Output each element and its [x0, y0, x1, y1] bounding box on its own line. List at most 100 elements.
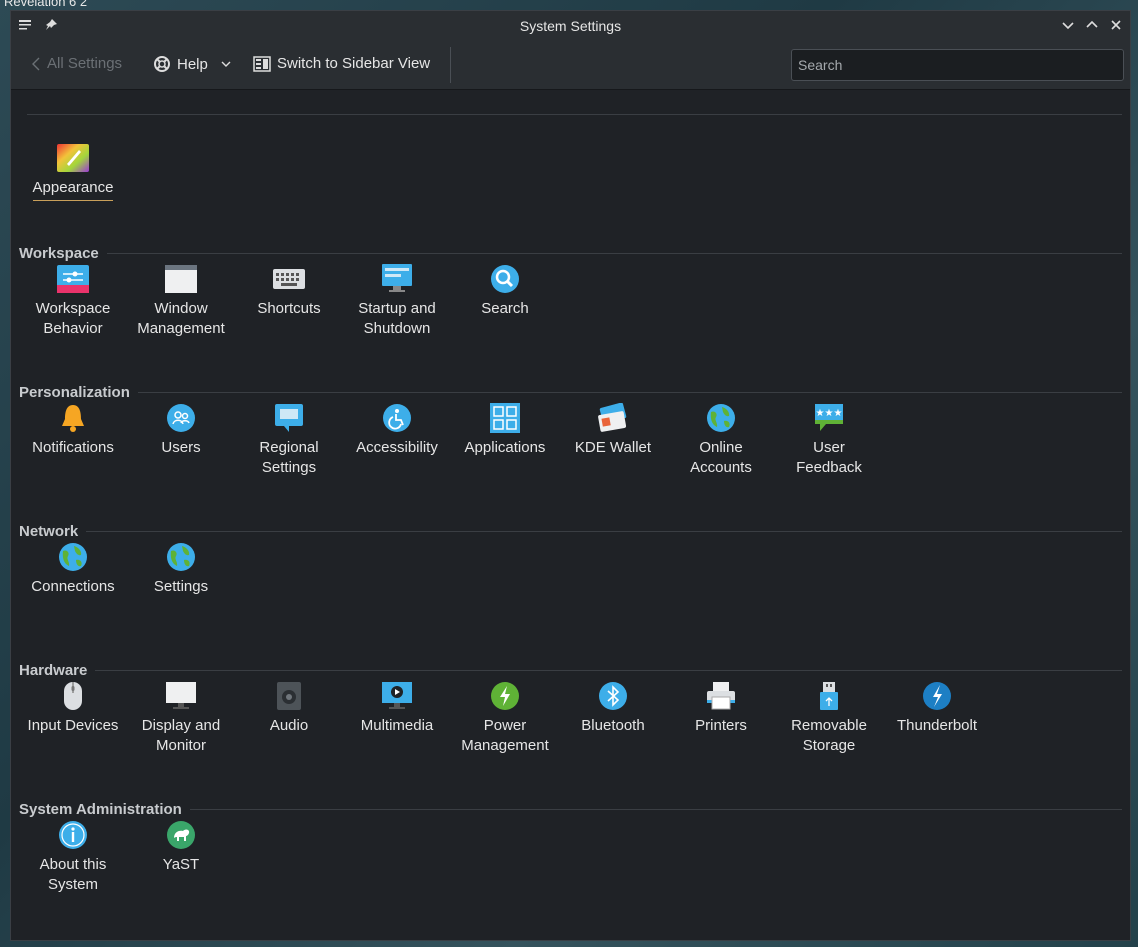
section-title: System Administration — [19, 800, 182, 818]
power-icon — [489, 680, 521, 712]
maximize-icon[interactable] — [1084, 17, 1100, 33]
item-label: Input Devices — [27, 717, 119, 734]
close-icon[interactable] — [1108, 17, 1124, 33]
monitor-icon — [165, 680, 197, 712]
item-label: Notifications — [32, 439, 114, 456]
sidebar-view-icon — [253, 55, 271, 72]
section-title: Personalization — [19, 383, 130, 401]
item-applications[interactable]: Applications — [451, 402, 559, 458]
item-kde-wallet[interactable]: KDE Wallet — [559, 402, 667, 458]
item-thunderbolt[interactable]: Thunderbolt — [883, 680, 991, 736]
toolbar: All Settings Help Switch to Sidebar View — [11, 41, 1130, 90]
mouse-icon — [57, 680, 89, 712]
switch-sidebar-view-button[interactable]: Switch to Sidebar View — [253, 55, 430, 72]
section-divider — [86, 530, 1122, 532]
item-regional-settings[interactable]: Regional Settings — [235, 402, 343, 478]
item-search[interactable]: Search — [451, 263, 559, 319]
item-label: Regional Settings — [259, 439, 319, 476]
startup-icon — [381, 263, 413, 295]
chevron-down-icon — [221, 61, 231, 67]
users-icon — [165, 402, 197, 434]
globe-icon — [165, 541, 197, 573]
regional-icon — [273, 402, 305, 434]
workspace-behavior-icon — [57, 263, 89, 295]
item-about-system[interactable]: About this System — [19, 819, 127, 895]
accessibility-icon — [381, 402, 413, 434]
search-input[interactable] — [791, 49, 1124, 81]
all-settings-button[interactable]: All Settings — [31, 55, 122, 72]
titlebar: System Settings — [11, 11, 1130, 41]
section-title: Workspace — [19, 244, 99, 262]
help-button[interactable]: Help — [153, 55, 232, 73]
system-settings-window: System Settings All Settings Help Switch… — [10, 10, 1131, 941]
item-notifications[interactable]: Notifications — [19, 402, 127, 458]
item-window-management[interactable]: Window Management — [127, 263, 235, 339]
globe-icon — [57, 541, 89, 573]
item-label: Search — [481, 300, 529, 317]
printer-icon — [705, 680, 737, 712]
item-printers[interactable]: Printers — [667, 680, 775, 736]
yast-icon — [165, 819, 197, 851]
switch-sidebar-view-label: Switch to Sidebar View — [277, 55, 431, 72]
section-system-administration: System Administration About this System … — [19, 799, 1122, 919]
item-label: Display and Monitor — [141, 717, 221, 754]
speaker-icon — [273, 680, 305, 712]
section-personalization: Personalization Notifications Users Regi… — [19, 382, 1122, 502]
item-label: Removable Storage — [791, 717, 867, 754]
info-icon — [57, 819, 89, 851]
item-yast[interactable]: YaST — [127, 819, 235, 875]
section-title: Network — [19, 522, 79, 540]
item-label: Power Management — [461, 717, 549, 754]
section-appearance: Appearance — [19, 104, 1122, 224]
desktop-window-title: Revelation 6 2 — [4, 0, 88, 9]
svg-text:★★★: ★★★ — [816, 408, 843, 419]
appearance-icon — [57, 142, 89, 174]
section-title: Hardware — [19, 661, 88, 679]
window-management-icon — [165, 263, 197, 295]
item-label: Printers — [695, 717, 747, 734]
item-label: Multimedia — [360, 717, 434, 734]
globe-icon — [705, 402, 737, 434]
item-bluetooth[interactable]: Bluetooth — [559, 680, 667, 736]
item-user-feedback[interactable]: ★★★ User Feedback — [775, 402, 883, 478]
minimize-icon[interactable] — [1060, 17, 1076, 33]
item-label: Window Management — [137, 300, 225, 337]
item-shortcuts[interactable]: Shortcuts — [235, 263, 343, 319]
item-label: Appearance — [32, 178, 114, 201]
item-power-management[interactable]: Power Management — [451, 680, 559, 756]
keyboard-icon — [273, 263, 305, 295]
item-label: Thunderbolt — [896, 717, 978, 734]
multimedia-icon — [381, 680, 413, 712]
item-label: Settings — [153, 578, 209, 595]
settings-grid: Appearance Workspace Workspace Behavior … — [11, 90, 1130, 940]
item-network-settings[interactable]: Settings — [127, 541, 235, 597]
item-input-devices[interactable]: Input Devices — [19, 680, 127, 736]
item-users[interactable]: Users — [127, 402, 235, 458]
item-label: Workspace Behavior — [35, 300, 111, 337]
item-startup-shutdown[interactable]: Startup and Shutdown — [343, 263, 451, 339]
item-online-accounts[interactable]: Online Accounts — [667, 402, 775, 478]
item-display-monitor[interactable]: Display and Monitor — [127, 680, 235, 756]
usb-icon — [813, 680, 845, 712]
item-label: Applications — [464, 439, 546, 456]
bluetooth-icon — [597, 680, 629, 712]
item-connections[interactable]: Connections — [19, 541, 127, 597]
item-label: About this System — [39, 856, 107, 893]
section-divider — [106, 252, 1122, 254]
item-label: KDE Wallet — [574, 439, 652, 456]
item-accessibility[interactable]: Accessibility — [343, 402, 451, 458]
item-workspace-behavior[interactable]: Workspace Behavior — [19, 263, 127, 339]
section-divider — [27, 113, 1122, 115]
applications-icon — [489, 402, 521, 434]
item-removable-storage[interactable]: Removable Storage — [775, 680, 883, 756]
help-label: Help — [177, 55, 208, 73]
feedback-icon: ★★★ — [813, 402, 845, 434]
item-multimedia[interactable]: Multimedia — [343, 680, 451, 736]
wallet-icon — [597, 402, 629, 434]
section-divider — [189, 808, 1122, 810]
section-network: Network Connections Settings — [19, 521, 1122, 641]
item-label: Shortcuts — [257, 300, 321, 317]
item-appearance[interactable]: Appearance — [19, 142, 127, 201]
chevron-left-icon — [32, 57, 40, 70]
item-audio[interactable]: Audio — [235, 680, 343, 736]
